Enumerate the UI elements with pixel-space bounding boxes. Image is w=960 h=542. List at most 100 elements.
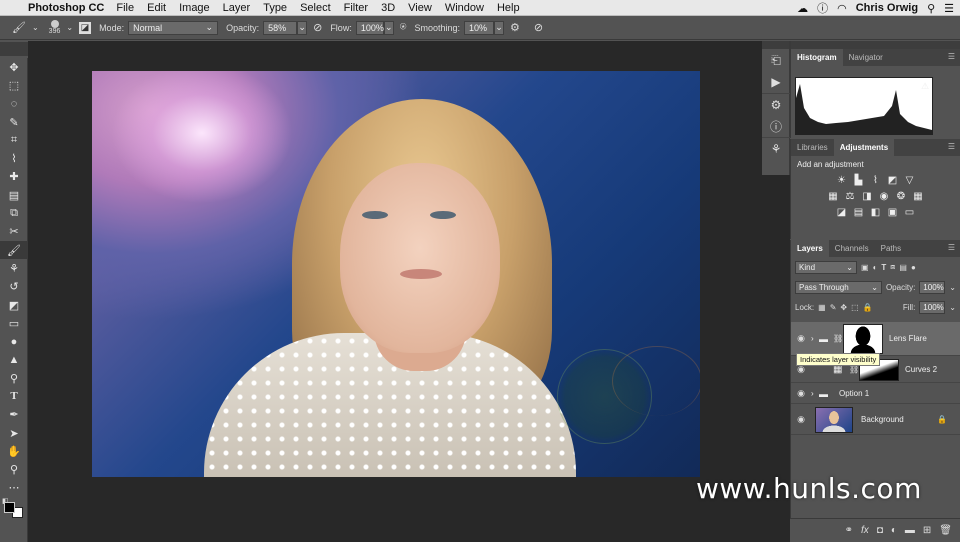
gradient-map-icon[interactable]: ▭ — [903, 207, 916, 219]
flow-dropdown[interactable]: ⌄ — [383, 20, 394, 35]
brush-presets-icon[interactable]: ⚘ — [762, 137, 790, 159]
eyedropper-tool-icon[interactable]: ⌇ — [0, 149, 28, 167]
marquee-tool-icon[interactable]: ⬚ — [0, 76, 28, 94]
healing-brush-tool-icon[interactable]: ✚ — [0, 168, 28, 186]
menu-edit[interactable]: Edit — [147, 2, 166, 14]
notification-list-icon[interactable]: ☰ — [944, 2, 954, 15]
invert-icon[interactable]: ◪ — [835, 207, 848, 219]
layer-opacity-field[interactable]: 100% — [919, 280, 946, 294]
mode-select[interactable]: Normal ⌄ — [128, 20, 219, 35]
brightness-contrast-icon[interactable]: ☀ — [835, 175, 848, 187]
black-white-icon[interactable]: ◨ — [861, 191, 874, 203]
add-mask-icon[interactable]: ◘ — [877, 525, 883, 536]
quick-selection-tool-icon[interactable]: ✎ — [0, 113, 28, 131]
history-panel-icon[interactable]: ⎗ — [762, 49, 790, 71]
visibility-eye-icon[interactable]: ◉ — [791, 333, 811, 344]
delete-layer-icon[interactable]: 🗑 — [939, 525, 952, 536]
brush-settings-icon[interactable]: ◪ — [79, 21, 92, 34]
brush-picker[interactable]: 396 — [49, 19, 60, 36]
tab-navigator[interactable]: Navigator — [843, 49, 889, 66]
filter-toggle-icon[interactable]: ● — [911, 263, 916, 272]
layer-name[interactable]: Curves 2 — [905, 365, 937, 374]
panel-menu-icon[interactable]: ☰ — [948, 142, 955, 151]
pressure-size-icon[interactable]: ⊘ — [534, 21, 543, 34]
actions-play-icon[interactable]: ▶ — [762, 71, 790, 93]
menu-view[interactable]: View — [408, 2, 432, 14]
chevron-right-icon[interactable]: › — [811, 334, 819, 343]
menu-layer[interactable]: Layer — [223, 2, 251, 14]
photo-filter-icon[interactable]: ◉ — [878, 191, 891, 203]
tab-layers[interactable]: Layers — [791, 240, 829, 257]
filter-shape-icon[interactable]: ⧈ — [890, 262, 895, 272]
chevron-right-icon[interactable]: › — [811, 389, 819, 398]
filter-kind-select[interactable]: Kind ⌄ — [795, 260, 857, 274]
creative-cloud-icon[interactable]: ☁ — [797, 2, 808, 15]
menu-filter[interactable]: Filter — [344, 2, 368, 14]
red-eye-tool-icon[interactable]: ✂ — [0, 223, 28, 241]
menu-image[interactable]: Image — [179, 2, 210, 14]
opacity-dropdown[interactable]: ⌄ — [297, 20, 308, 35]
color-swatches[interactable]: ◧ — [0, 497, 28, 527]
new-adjustment-layer-icon[interactable]: ◐ — [891, 525, 897, 536]
threshold-icon[interactable]: ◧ — [869, 207, 882, 219]
filter-smart-object-icon[interactable]: ▤ — [899, 263, 907, 272]
gear-icon[interactable]: ⚙ — [510, 21, 520, 34]
smoothing-field[interactable]: 10% — [463, 20, 494, 35]
blur-tool-icon[interactable]: ● — [0, 332, 28, 350]
user-name[interactable]: Chris Orwig — [856, 2, 918, 14]
layer-mask-thumbnail[interactable] — [843, 323, 883, 354]
history-brush-tool-icon[interactable]: ↺ — [0, 278, 28, 296]
layer-row-background[interactable]: ◉ Background 🔒 — [791, 405, 960, 435]
lock-image-icon[interactable]: ✎ — [830, 303, 837, 312]
patch-tool-icon[interactable]: ▤ — [0, 186, 28, 204]
visibility-eye-icon[interactable]: ◉ — [791, 414, 811, 425]
eraser-tool-icon[interactable]: ◩ — [0, 296, 28, 314]
lock-transparent-icon[interactable]: ▦ — [818, 303, 826, 312]
fill-field[interactable]: 100% — [919, 300, 946, 314]
lock-all-icon[interactable]: 🔒 — [863, 303, 873, 312]
visibility-eye-icon[interactable]: ◉ — [791, 388, 811, 399]
exposure-icon[interactable]: ◩ — [886, 175, 899, 187]
layer-name[interactable]: Background — [861, 415, 904, 424]
tab-channels[interactable]: Channels — [829, 240, 875, 257]
path-selection-tool-icon[interactable]: ➤ — [0, 424, 28, 442]
filter-type-icon[interactable]: T — [881, 263, 886, 272]
curves-icon[interactable]: ⌇ — [869, 175, 882, 187]
clone-stamp-tool-icon[interactable]: ⚘ — [0, 259, 28, 277]
posterize-icon[interactable]: ▤ — [852, 207, 865, 219]
levels-icon[interactable]: ▙ — [852, 175, 865, 187]
airbrush-icon[interactable]: ⍟ — [400, 21, 407, 34]
lock-artboard-icon[interactable]: ⬚ — [851, 303, 859, 312]
chevron-down-icon[interactable]: ⌄ — [949, 283, 956, 292]
panel-menu-icon[interactable]: ☰ — [948, 52, 955, 61]
layer-name[interactable]: Option 1 — [839, 389, 869, 398]
lock-position-icon[interactable]: ✥ — [840, 303, 847, 312]
sharpen-tool-icon[interactable]: ▲ — [0, 351, 28, 369]
layer-style-fx-icon[interactable]: fx — [861, 525, 869, 536]
filter-pixel-icon[interactable]: ▣ — [861, 263, 869, 272]
filter-adjustment-icon[interactable]: ◐ — [873, 263, 878, 272]
gradient-tool-icon[interactable]: ▭ — [0, 314, 28, 332]
layer-thumbnail[interactable] — [815, 406, 853, 433]
layer-row-option-1[interactable]: ◉ › ▬ Option 1 — [791, 384, 960, 404]
menu-select[interactable]: Select — [300, 2, 331, 14]
menu-window[interactable]: Window — [445, 2, 484, 14]
content-aware-move-tool-icon[interactable]: ⧉ — [0, 204, 28, 222]
layer-row-lens-flare[interactable]: ◉ › ▬ ⛓ Lens Flare — [791, 322, 960, 356]
blend-mode-select[interactable]: Pass Through ⌄ — [795, 280, 882, 294]
brush-tool-icon[interactable]: 🖌 — [0, 240, 28, 260]
chevron-down-icon[interactable]: ⌄ — [949, 303, 956, 312]
pressure-opacity-icon[interactable]: ⊘ — [313, 21, 322, 34]
selective-color-icon[interactable]: ▣ — [886, 207, 899, 219]
tab-libraries[interactable]: Libraries — [791, 139, 834, 156]
new-layer-icon[interactable]: ⊞ — [923, 525, 931, 536]
tab-adjustments[interactable]: Adjustments — [833, 139, 895, 156]
channel-mixer-icon[interactable]: ❂ — [895, 191, 908, 203]
properties-panel-icon[interactable]: ⚙ — [762, 93, 790, 115]
menu-3d[interactable]: 3D — [381, 2, 395, 14]
menu-file[interactable]: File — [116, 2, 134, 14]
tools-panel-header[interactable] — [0, 42, 28, 56]
vibrance-icon[interactable]: ▽ — [903, 175, 916, 187]
wifi-icon[interactable]: ◠ — [837, 2, 847, 15]
color-balance-icon[interactable]: ⚖ — [844, 191, 857, 203]
